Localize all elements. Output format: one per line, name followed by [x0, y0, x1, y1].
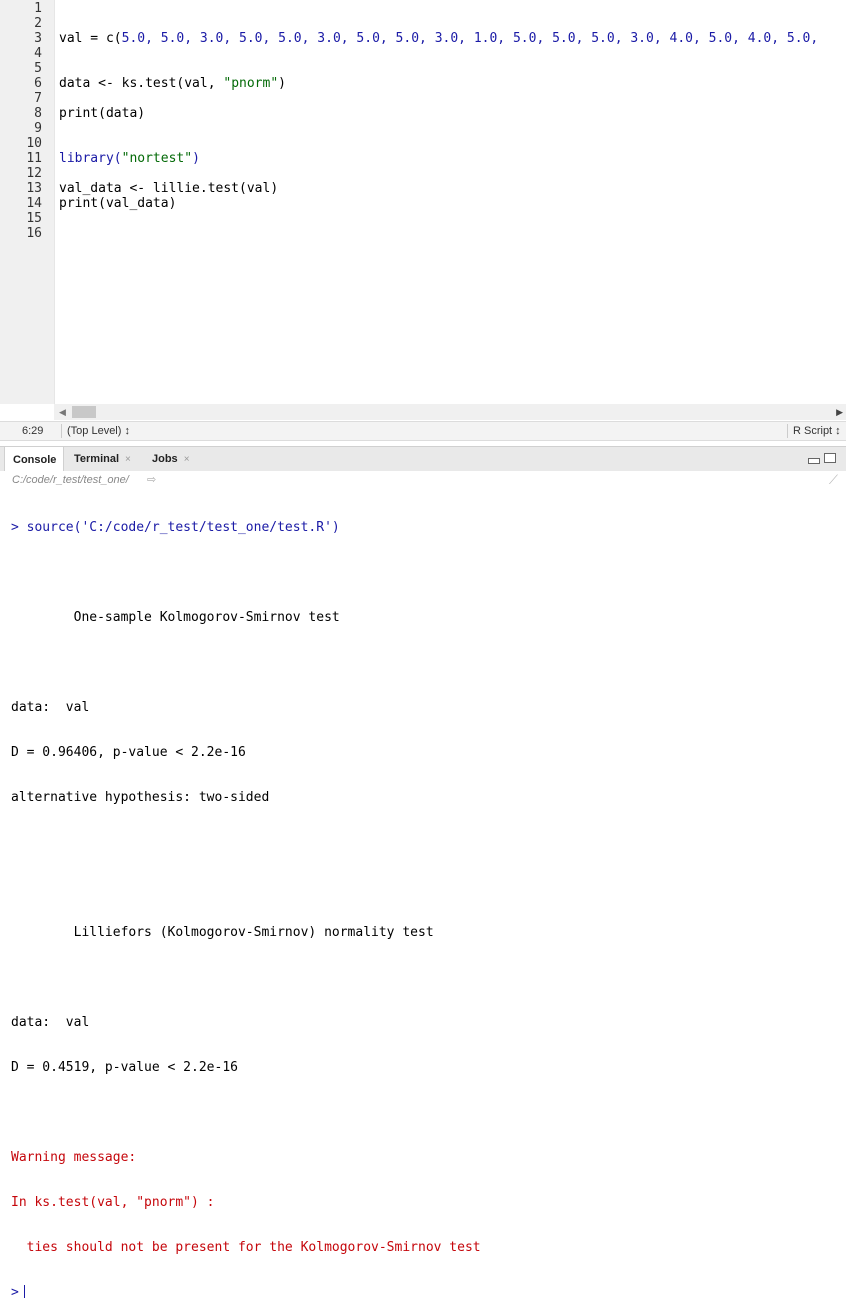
- line-number: 9: [34, 121, 42, 136]
- code-line-11[interactable]: library("nortest"): [59, 151, 200, 166]
- prompt-symbol: >: [11, 1285, 19, 1300]
- text-cursor: [23, 1285, 25, 1298]
- code-line-3[interactable]: val = c(5.0, 5.0, 3.0, 5.0, 5.0, 3.0, 5.…: [59, 31, 826, 46]
- broom-icon[interactable]: ⟋: [829, 472, 838, 488]
- line-number: 7: [34, 91, 42, 106]
- divider: [787, 424, 788, 438]
- line-number: 11: [26, 151, 42, 166]
- line-number: 8: [34, 106, 42, 121]
- console-output[interactable]: > source('C:/code/r_test/test_one/test.R…: [11, 490, 841, 1315]
- numeric-values: 5.0, 5.0, 3.0, 5.0, 5.0, 3.0, 5.0, 5.0, …: [121, 31, 827, 46]
- scroll-left-icon[interactable]: ◀: [59, 407, 66, 418]
- editor-status-bar: 6:29 (Top Level) ↕ R Script ↕: [0, 421, 846, 441]
- line-number: 3: [34, 31, 42, 46]
- line-number: 12: [26, 166, 42, 181]
- console-command: > source('C:/code/r_test/test_one/test.R…: [11, 520, 340, 535]
- warning-line: ties should not be present for the Kolmo…: [11, 1240, 481, 1255]
- code-text: data <- ks.test(val,: [59, 76, 224, 91]
- output-line: data: val: [11, 700, 90, 715]
- line-number: 16: [26, 226, 42, 241]
- code-line-14[interactable]: print(val_data): [59, 196, 176, 211]
- console-input[interactable]: >: [11, 1285, 841, 1300]
- working-directory[interactable]: C:/code/r_test/test_one/: [12, 474, 129, 486]
- code-text: val = c(: [59, 31, 122, 46]
- string-literal: "nortest": [121, 151, 193, 166]
- test-title: Lilliefors (Kolmogorov-Smirnov) normalit…: [11, 925, 434, 940]
- line-number: 10: [26, 136, 42, 151]
- minimize-pane-icon[interactable]: [808, 458, 820, 464]
- code-line-6[interactable]: data <- ks.test(val, "pnorm"): [59, 76, 286, 91]
- output-line: data: val: [11, 1015, 90, 1030]
- source-editor[interactable]: 1 2 3 4 5 6 7 8 9 10 11 12 13 14 15 16 v…: [0, 0, 846, 404]
- warning-line: Warning message:: [11, 1150, 137, 1165]
- line-number: 13: [26, 181, 42, 196]
- cursor-position: 6:29: [22, 425, 44, 437]
- close-icon[interactable]: ×: [184, 454, 190, 465]
- output-line: alternative hypothesis: two-sided: [11, 790, 270, 805]
- console-path-bar: C:/code/r_test/test_one/ ⇨ ⟋: [0, 471, 846, 489]
- scroll-right-icon[interactable]: ▶: [836, 407, 843, 418]
- close-icon[interactable]: ×: [125, 454, 131, 465]
- scrollbar-thumb[interactable]: [72, 406, 96, 418]
- divider: [61, 424, 62, 438]
- scope-selector[interactable]: (Top Level) ↕: [67, 425, 130, 437]
- test-title: One-sample Kolmogorov-Smirnov test: [11, 610, 340, 625]
- maximize-pane-icon[interactable]: [824, 453, 836, 463]
- code-text: ): [192, 151, 200, 166]
- file-type-selector[interactable]: R Script ↕: [793, 425, 841, 437]
- tab-jobs[interactable]: Jobs ×: [144, 447, 198, 471]
- code-text: ): [278, 76, 286, 91]
- line-number: 15: [26, 211, 42, 226]
- line-number: 4: [34, 46, 42, 61]
- line-number-gutter: 1 2 3 4 5 6 7 8 9 10 11 12 13 14 15 16: [0, 0, 55, 404]
- line-number: 2: [34, 16, 42, 31]
- tab-label: Terminal: [74, 453, 120, 465]
- code-line-8[interactable]: print(data): [59, 106, 145, 121]
- line-number: 5: [34, 61, 42, 76]
- goto-dir-icon[interactable]: ⇨: [147, 473, 156, 486]
- tab-terminal[interactable]: Terminal ×: [66, 447, 142, 471]
- line-number: 14: [26, 196, 42, 211]
- tab-label: Console: [13, 453, 57, 466]
- tab-console[interactable]: Console: [4, 447, 64, 472]
- warning-line: In ks.test(val, "pnorm") :: [11, 1195, 215, 1210]
- function-name: library(: [59, 151, 122, 166]
- tab-label: Jobs: [152, 453, 178, 465]
- line-number: 6: [34, 76, 42, 91]
- code-line-13[interactable]: val_data <- lillie.test(val): [59, 181, 278, 196]
- string-literal: "pnorm": [223, 76, 279, 91]
- output-line: D = 0.4519, p-value < 2.2e-16: [11, 1060, 238, 1075]
- horizontal-scrollbar[interactable]: ◀ ▶: [54, 404, 846, 420]
- console-pane-tabs: Console Terminal × Jobs ×: [0, 446, 846, 472]
- line-number: 1: [34, 1, 42, 16]
- output-line: D = 0.96406, p-value < 2.2e-16: [11, 745, 246, 760]
